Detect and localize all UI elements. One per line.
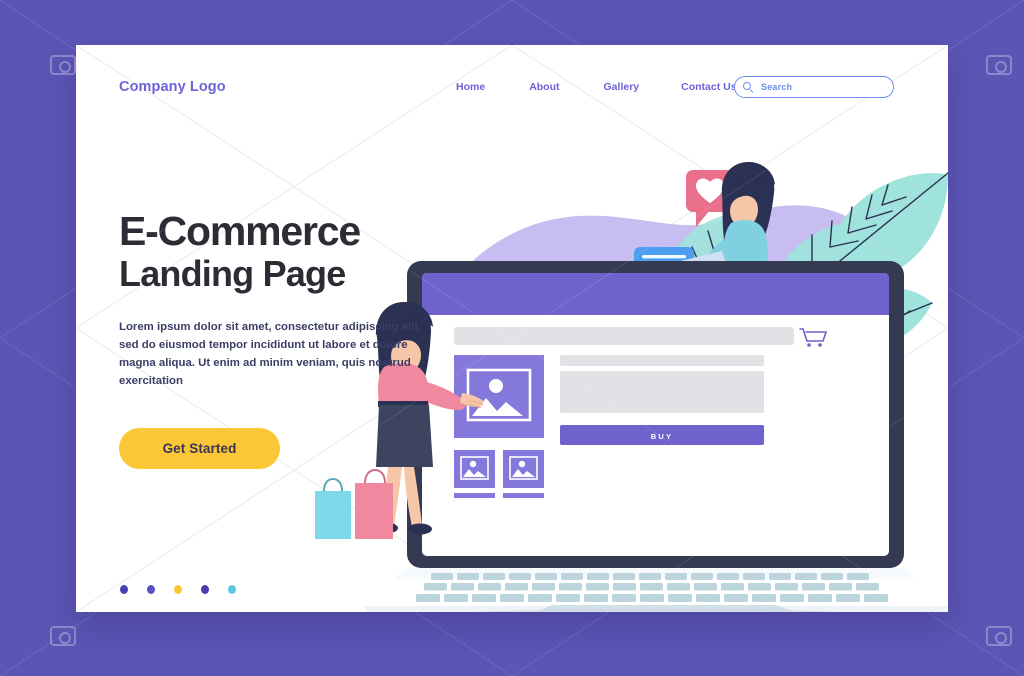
main-navigation: Home About Gallery Contact Us (456, 81, 737, 93)
page-title-line-2: Landing Page (119, 253, 346, 295)
hero-paragraph: Lorem ipsum dolor sit amet, consectetur … (119, 321, 422, 388)
nav-item-contact-us[interactable]: Contact Us (681, 81, 736, 93)
search-placeholder: Search (761, 82, 793, 92)
site-header: Company Logo Home About Gallery Contact … (76, 45, 948, 129)
carousel-dots (120, 585, 236, 594)
screen-thumbnail-1-caption (454, 493, 495, 498)
carousel-dot-3[interactable] (174, 585, 182, 594)
nav-item-home[interactable]: Home (456, 81, 485, 93)
search-input[interactable]: Search (734, 76, 894, 98)
screen-buy-label: BUY (651, 432, 673, 441)
hero-copy: E-Commerce Landing Page Lorem ipsum dolo… (119, 208, 479, 470)
screen-text-line-1 (560, 355, 764, 366)
carousel-dot-2[interactable] (147, 585, 155, 594)
watermark-camera-icon (50, 626, 76, 646)
watermark-camera-icon (50, 55, 76, 75)
screen-topbar (422, 273, 889, 315)
landing-page-card: BUY Company Logo Home About Gallery Cont… (76, 45, 948, 612)
watermark-camera-icon (986, 55, 1012, 75)
screen-search-bar (454, 327, 794, 345)
screen-thumbnail-2 (503, 450, 544, 488)
get-started-button[interactable]: Get Started (119, 428, 280, 470)
carousel-dot-1[interactable] (120, 585, 128, 594)
carousel-dot-4[interactable] (201, 585, 209, 594)
nav-item-gallery[interactable]: Gallery (604, 81, 640, 93)
screen-text-line-2 (560, 371, 764, 413)
search-icon (743, 81, 754, 93)
watermark-camera-icon (986, 626, 1012, 646)
nav-item-about[interactable]: About (529, 81, 559, 93)
shopping-bag-blue (315, 477, 351, 539)
carousel-dot-5[interactable] (228, 585, 236, 594)
company-logo[interactable]: Company Logo (119, 79, 226, 95)
page-title-line-1: E-Commerce (119, 208, 361, 254)
screen-thumbnail-2-caption (503, 493, 544, 498)
